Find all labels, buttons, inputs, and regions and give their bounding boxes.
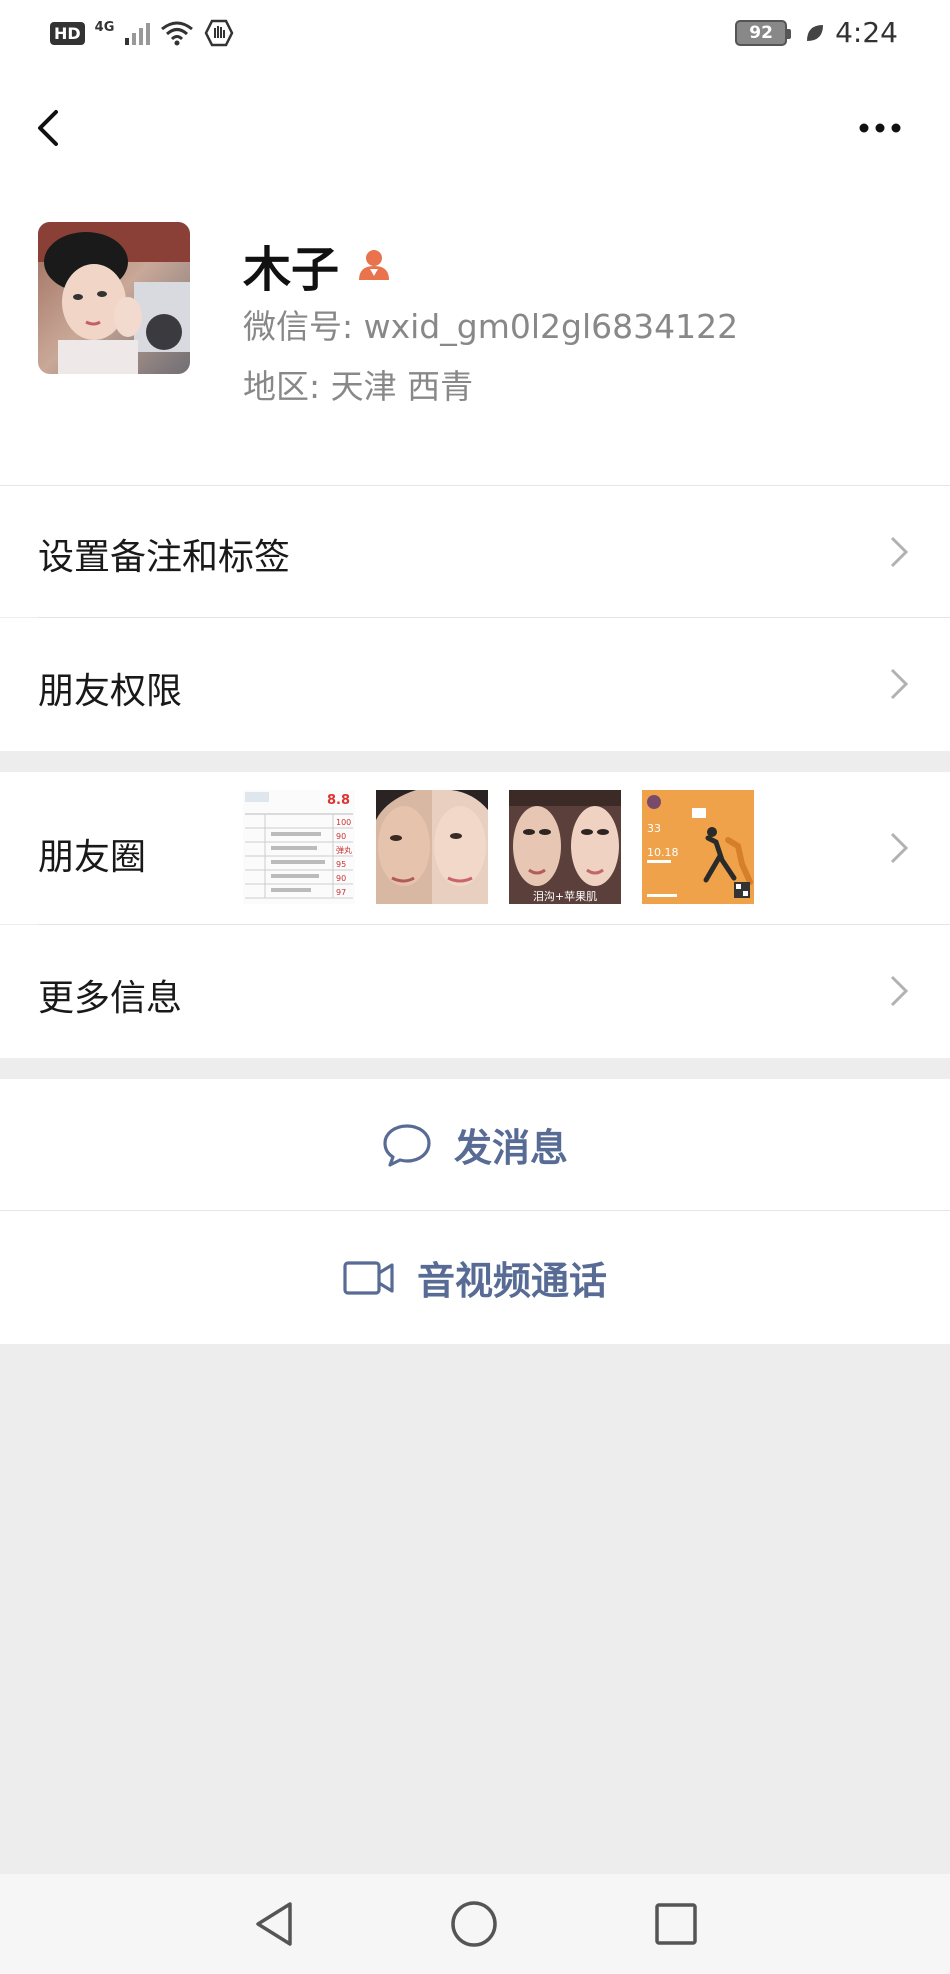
- chevron-left-icon: [38, 110, 58, 146]
- set-remark-row[interactable]: 设置备注和标签: [0, 486, 950, 617]
- svg-text:弹丸: 弹丸: [336, 845, 352, 855]
- status-left: HD 4G: [50, 18, 234, 48]
- status-right: 92 4:24: [735, 16, 898, 49]
- female-contact-icon: [359, 250, 390, 280]
- leaf-icon: [807, 24, 824, 41]
- battery-indicator: 92: [735, 19, 792, 46]
- circle-home-icon: [451, 1901, 497, 1947]
- video-call-label: 音视频通话: [416, 1259, 607, 1303]
- set-remark-label: 设置备注和标签: [38, 537, 291, 578]
- signal-icon: [125, 23, 151, 45]
- chevron-right-icon: [890, 536, 909, 568]
- nav-home-button[interactable]: [446, 1896, 502, 1952]
- svg-text:10.18: 10.18: [647, 846, 679, 859]
- friend-permissions-row[interactable]: 朋友权限: [0, 618, 950, 751]
- shield-hand-icon: [204, 19, 234, 47]
- moments-row[interactable]: 朋友圈 8.8 100 90 弹丸 95 90 97 泪沟+苹果肌 33 10.…: [0, 772, 950, 924]
- thumb-caption: 泪沟+苹果肌: [533, 889, 597, 903]
- avatar[interactable]: [38, 222, 190, 374]
- contact-name: 木子: [243, 242, 340, 298]
- chat-bubble-icon: [383, 1123, 431, 1167]
- more-options-button[interactable]: [854, 100, 914, 160]
- nav-bar: [0, 70, 950, 190]
- ellipsis-icon: [859, 123, 901, 133]
- chevron-right-icon: [890, 668, 909, 700]
- send-message-button[interactable]: 发消息: [0, 1079, 950, 1210]
- score-text: 8.8: [327, 793, 350, 808]
- video-camera-icon: [343, 1260, 394, 1295]
- svg-text:33: 33: [647, 822, 661, 835]
- wifi-icon: [161, 21, 194, 46]
- moments-thumbnails: 8.8 100 90 弹丸 95 90 97 泪沟+苹果肌 33 10.18: [243, 790, 754, 904]
- system-nav-bar: [0, 1874, 950, 1974]
- video-call-button[interactable]: 音视频通话: [0, 1211, 950, 1344]
- chevron-right-icon: [890, 975, 909, 1007]
- clock: 4:24: [835, 16, 898, 49]
- nav-recents-button[interactable]: [648, 1896, 704, 1952]
- moment-thumbnail: 33 10.18: [642, 790, 754, 904]
- more-info-row[interactable]: 更多信息: [0, 925, 950, 1058]
- wechat-id: 微信号: wxid_gm0l2gl6834122: [243, 307, 739, 346]
- svg-text:90: 90: [336, 832, 346, 841]
- hd-badge: HD: [50, 21, 85, 45]
- friend-permissions-label: 朋友权限: [38, 671, 183, 712]
- name-row: 木子: [243, 230, 393, 300]
- svg-text:95: 95: [336, 860, 346, 869]
- svg-text:100: 100: [336, 818, 351, 827]
- triangle-back-icon: [256, 1902, 292, 1946]
- more-info-label: 更多信息: [38, 978, 183, 1019]
- svg-text:97: 97: [336, 888, 346, 897]
- status-bar: HD 4G 92 4:24: [0, 0, 950, 70]
- moment-thumbnail: 泪沟+苹果肌: [509, 790, 621, 904]
- back-button[interactable]: [28, 100, 88, 160]
- network-type: 4G: [94, 19, 115, 35]
- moment-thumbnail: 8.8 100 90 弹丸 95 90 97: [243, 790, 355, 904]
- send-message-label: 发消息: [453, 1126, 568, 1170]
- region: 地区: 天津 西青: [243, 367, 474, 406]
- chevron-right-icon: [890, 832, 909, 864]
- svg-text:90: 90: [336, 874, 346, 883]
- nav-back-button[interactable]: [246, 1896, 302, 1952]
- square-recents-icon: [655, 1903, 697, 1945]
- moment-thumbnail: [376, 790, 488, 904]
- moments-label: 朋友圈: [38, 837, 147, 878]
- profile-header: 木子 微信号: wxid_gm0l2gl6834122 地区: 天津 西青: [0, 190, 950, 485]
